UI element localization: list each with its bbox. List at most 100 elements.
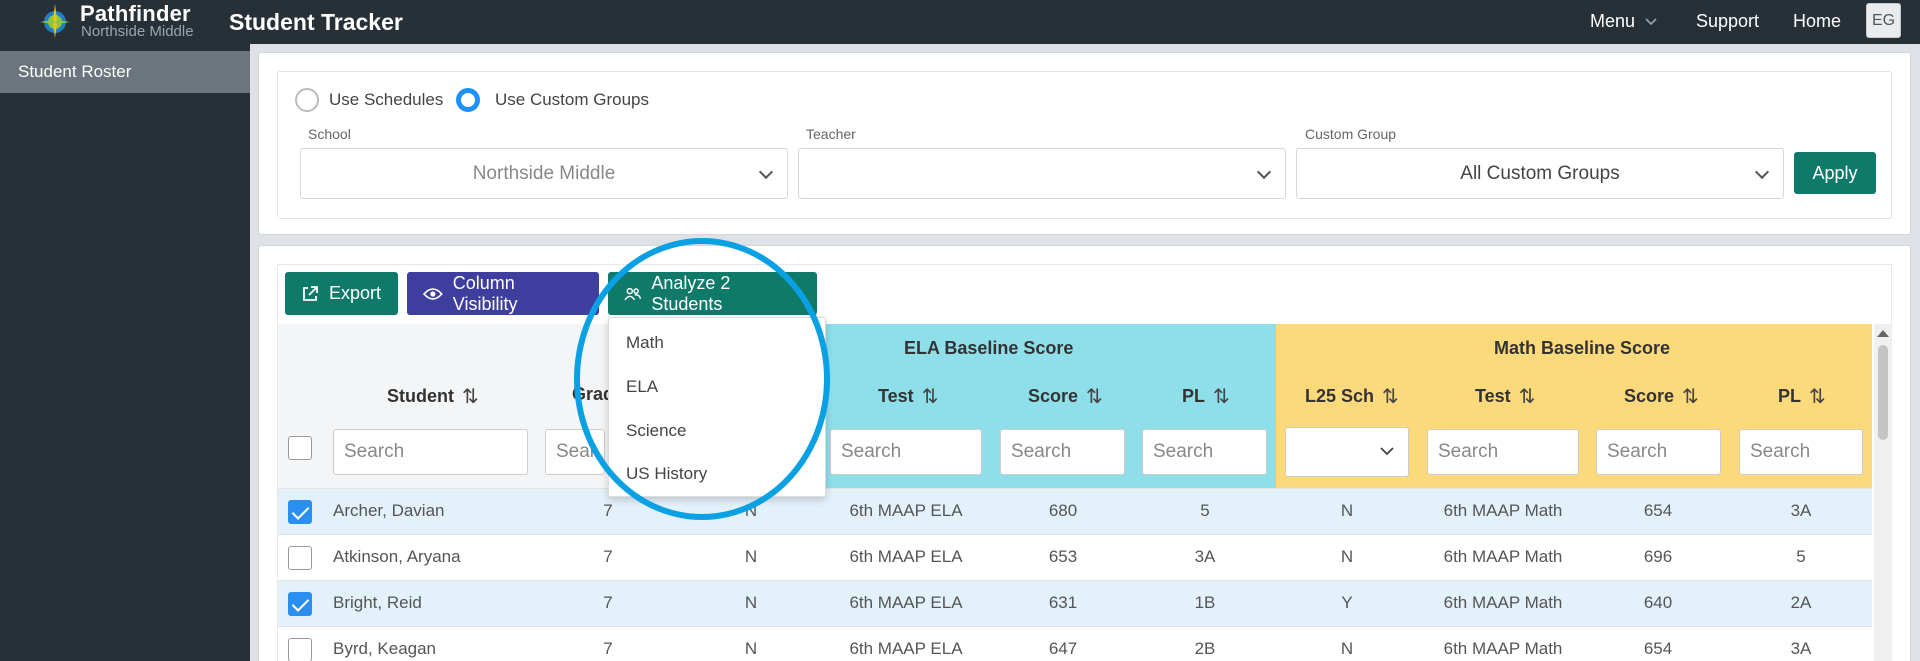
col-header-ela-pl[interactable]: PL ⇅ <box>1182 384 1230 409</box>
table-row[interactable]: Archer, Davian 7 N 6th MAAP ELA 680 5 N … <box>278 488 1872 534</box>
sort-icon: ⇅ <box>1518 386 1536 408</box>
math-pl-cell: 3A <box>1790 639 1812 658</box>
sort-icon: ⇅ <box>462 386 479 408</box>
teacher-label: Teacher <box>806 126 856 142</box>
math-score-cell: 654 <box>1643 639 1673 658</box>
scroll-up-arrow-icon[interactable] <box>1877 330 1889 337</box>
grade-cell: 7 <box>603 501 613 520</box>
table-scrollbar-thumb[interactable] <box>1878 345 1888 440</box>
sort-icon: ⇅ <box>921 386 939 408</box>
math-group-header: Math Baseline Score <box>1276 324 1872 370</box>
l25-math-cell: N <box>1340 501 1354 520</box>
compass-logo-icon <box>40 4 70 38</box>
nav-home-link[interactable]: Home <box>1793 11 1841 32</box>
sidebar-item-student-roster[interactable]: Student Roster <box>0 51 250 93</box>
l25-ela-cell: N <box>744 639 758 658</box>
chevron-down-icon <box>1256 164 1272 180</box>
student-search-input[interactable]: Search <box>333 429 528 475</box>
math-pl-search-input[interactable]: Search <box>1739 429 1863 475</box>
math-score-cell: 640 <box>1643 593 1673 612</box>
analyze-students-button[interactable]: Analyze 2 Students <box>608 272 817 315</box>
math-test-search-input[interactable]: Search <box>1427 429 1579 475</box>
col-header-math-score[interactable]: Score ⇅ <box>1624 384 1699 409</box>
l25-sch-select[interactable] <box>1285 427 1409 477</box>
math-score-search-input[interactable]: Search <box>1596 429 1721 475</box>
column-visibility-button[interactable]: Column Visibility <box>407 272 599 315</box>
column-visibility-button-label: Column Visibility <box>452 272 518 314</box>
sort-icon: ⇅ <box>1382 386 1399 408</box>
col-header-ela-pl-label: PL <box>1182 386 1206 406</box>
math-test-cell: 6th MAAP Math <box>1443 639 1563 658</box>
sort-icon: ⇅ <box>1682 386 1699 408</box>
row-checkbox[interactable] <box>288 592 312 616</box>
col-header-student[interactable]: Student ⇅ <box>387 384 479 409</box>
eye-icon <box>423 287 443 300</box>
menu-item-ela[interactable]: ELA <box>626 377 658 397</box>
row-checkbox[interactable] <box>288 500 312 524</box>
export-button-label: Export <box>329 283 382 303</box>
ela-score-cell: 631 <box>1048 593 1078 612</box>
grade-search-input[interactable]: Sear <box>545 429 605 475</box>
menu-item-us-history[interactable]: US History <box>626 464 707 484</box>
menu-item-science[interactable]: Science <box>626 421 686 441</box>
radio-use-custom-groups-label: Use Custom Groups <box>495 90 649 109</box>
math-pl-cell: 5 <box>1796 547 1806 566</box>
math-score-cell: 654 <box>1643 501 1673 520</box>
table-row[interactable]: Byrd, Keagan 7 N 6th MAAP ELA 647 2B N 6… <box>278 626 1872 661</box>
grade-cell: 7 <box>603 639 613 658</box>
teacher-select[interactable] <box>798 148 1286 199</box>
chevron-down-icon <box>1754 164 1770 180</box>
app-title: Student Tracker <box>229 9 403 35</box>
col-header-l25-sch-label: L25 Sch <box>1305 386 1375 406</box>
avatar[interactable]: EG <box>1866 3 1901 38</box>
export-button[interactable]: Export <box>285 272 398 315</box>
sort-icon: ⇅ <box>1809 386 1826 408</box>
radio-use-custom-groups[interactable] <box>456 88 480 112</box>
l25-math-cell: N <box>1340 639 1354 658</box>
select-all-checkbox[interactable] <box>288 436 312 460</box>
ela-score-cell: 653 <box>1048 547 1078 566</box>
l25-math-cell: Y <box>1341 593 1353 612</box>
analyze-students-button-label: Analyze 2 Students <box>651 272 731 314</box>
school-select[interactable]: Northside Middle <box>300 148 788 199</box>
row-checkbox[interactable] <box>288 546 312 570</box>
nav-menu-label: Menu <box>1590 11 1636 31</box>
ela-pl-cell: 1B <box>1194 593 1216 612</box>
school-select-value: Northside Middle <box>472 163 616 184</box>
math-test-cell: 6th MAAP Math <box>1443 547 1563 566</box>
apply-button[interactable]: Apply <box>1794 152 1876 194</box>
col-header-ela-score[interactable]: Score ⇅ <box>1028 384 1103 409</box>
math-test-cell: 6th MAAP Math <box>1443 501 1563 520</box>
nav-support-link[interactable]: Support <box>1696 11 1759 32</box>
ela-score-search-input[interactable]: Search <box>1000 429 1125 475</box>
col-header-math-score-label: Score <box>1624 386 1675 406</box>
student-name: Archer, Davian <box>333 501 445 520</box>
ela-test-cell: 6th MAAP ELA <box>849 593 963 612</box>
ela-test-search-input[interactable]: Search <box>830 429 982 475</box>
col-header-math-pl-label: PL <box>1778 386 1802 406</box>
custom-group-select[interactable]: All Custom Groups <box>1296 148 1784 199</box>
ela-pl-cell: 5 <box>1200 501 1210 520</box>
ela-test-cell: 6th MAAP ELA <box>849 547 963 566</box>
menu-item-math[interactable]: Math <box>626 333 664 353</box>
col-header-math-pl[interactable]: PL ⇅ <box>1778 384 1826 409</box>
math-pl-cell: 2A <box>1790 593 1812 612</box>
col-header-ela-test-label: Test <box>878 386 914 406</box>
col-header-l25-sch[interactable]: L25 Sch ⇅ <box>1305 384 1399 409</box>
math-score-cell: 696 <box>1643 547 1673 566</box>
radio-use-schedules[interactable] <box>295 88 319 112</box>
col-header-ela-test[interactable]: Test ⇅ <box>878 384 938 409</box>
chevron-down-icon <box>1380 447 1394 456</box>
ela-pl-search-input[interactable]: Search <box>1142 429 1267 475</box>
nav-menu[interactable]: Menu <box>1590 11 1657 32</box>
col-header-student-label: Student <box>387 386 454 406</box>
col-header-math-test-label: Test <box>1475 386 1511 406</box>
chevron-down-icon <box>758 164 774 180</box>
col-header-math-test[interactable]: Test ⇅ <box>1475 384 1535 409</box>
chevron-down-icon <box>1645 17 1657 25</box>
ela-pl-cell: 3A <box>1194 547 1216 566</box>
table-row[interactable]: Bright, Reid 7 N 6th MAAP ELA 631 1B Y 6… <box>278 580 1872 626</box>
row-checkbox[interactable] <box>288 638 312 661</box>
table-row[interactable]: Atkinson, Aryana 7 N 6th MAAP ELA 653 3A… <box>278 534 1872 580</box>
custom-group-label: Custom Group <box>1305 126 1397 142</box>
